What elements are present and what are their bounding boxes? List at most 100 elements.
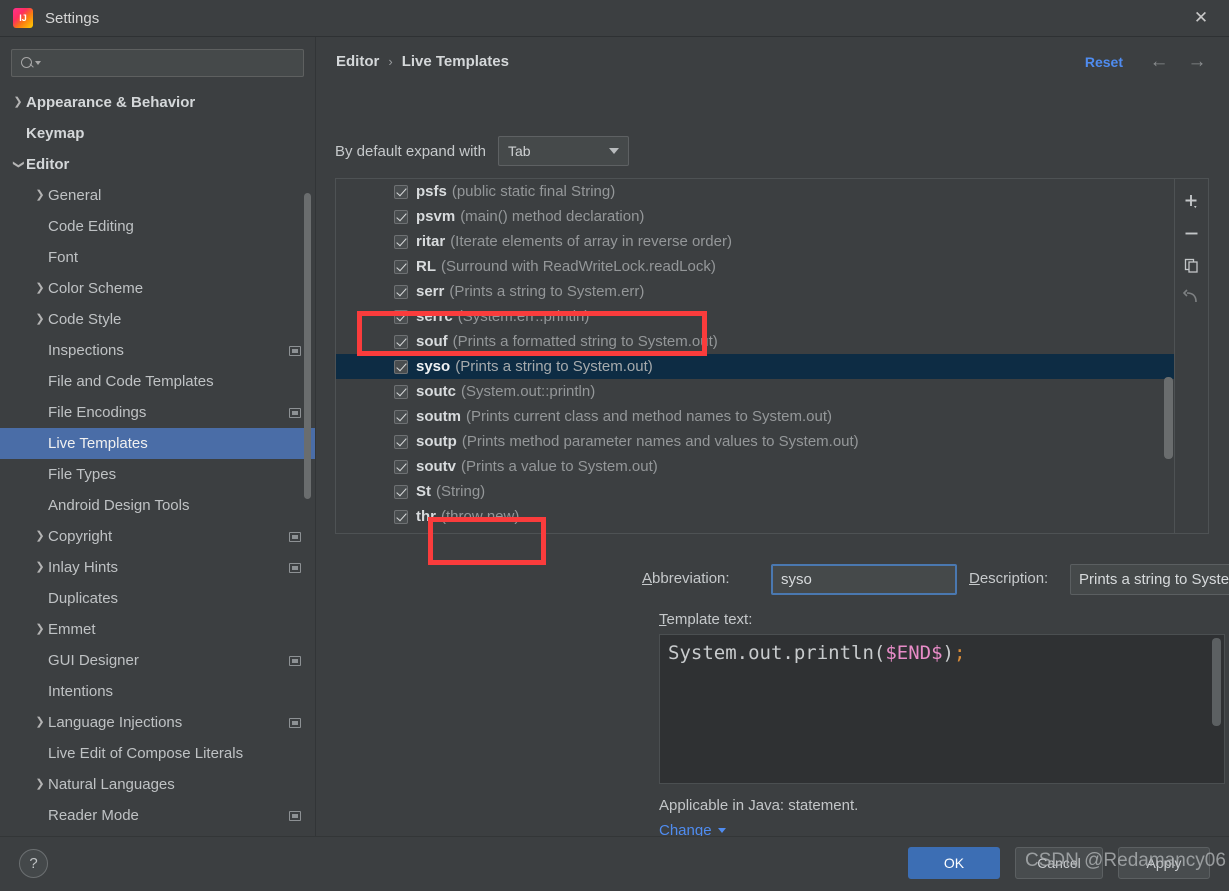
template-row[interactable]: ritar(Iterate elements of array in rever… xyxy=(336,229,1174,254)
abbreviation-input[interactable] xyxy=(771,564,957,595)
template-abbreviation: thr xyxy=(416,508,436,525)
dialog-button-bar: ? OK Cancel Apply xyxy=(0,836,1229,891)
template-row[interactable]: souf(Prints a formatted string to System… xyxy=(336,329,1174,354)
live-templates-list[interactable]: psfs(public static final String)psvm(mai… xyxy=(336,179,1174,533)
sidebar-item-file-and-code-templates[interactable]: File and Code Templates xyxy=(0,366,315,397)
sidebar-scrollbar-track[interactable] xyxy=(306,85,313,836)
sidebar-item-appearance-behavior[interactable]: ❯Appearance & Behavior xyxy=(0,87,315,118)
description-input[interactable] xyxy=(1070,564,1229,595)
sidebar-item-inspections[interactable]: Inspections xyxy=(0,335,315,366)
chevron-right-icon[interactable]: ❯ xyxy=(10,97,26,108)
template-row[interactable]: thr(throw new) xyxy=(336,504,1174,529)
settings-tree: ❯Appearance & Behavior Keymap❯Editor❯Gen… xyxy=(0,85,315,831)
add-template-button[interactable] xyxy=(1177,185,1207,217)
template-enabled-checkbox[interactable] xyxy=(394,510,408,524)
chevron-right-icon[interactable]: ❯ xyxy=(32,283,48,294)
template-abbreviation: serr xyxy=(416,283,444,300)
chevron-right-icon[interactable]: ❯ xyxy=(32,779,48,790)
breadcrumb-separator: › xyxy=(388,54,392,69)
template-enabled-checkbox[interactable] xyxy=(394,335,408,349)
sidebar-item-file-encodings[interactable]: File Encodings xyxy=(0,397,315,428)
sidebar-item-language-injections[interactable]: ❯Language Injections xyxy=(0,707,315,738)
sidebar-item-gui-designer[interactable]: GUI Designer xyxy=(0,645,315,676)
list-scrollbar-thumb[interactable] xyxy=(1164,377,1173,459)
template-enabled-checkbox[interactable] xyxy=(394,285,408,299)
template-enabled-checkbox[interactable] xyxy=(394,385,408,399)
sidebar-item-reader-mode[interactable]: Reader Mode xyxy=(0,800,315,831)
chevron-right-icon[interactable]: ❯ xyxy=(32,314,48,325)
sidebar-item-label: Inlay Hints xyxy=(48,559,118,576)
template-row[interactable]: serr(Prints a string to System.err) xyxy=(336,279,1174,304)
project-scope-icon xyxy=(289,532,301,542)
sidebar-item-keymap[interactable]: Keymap xyxy=(0,118,315,149)
template-row[interactable]: psfs(public static final String) xyxy=(336,179,1174,204)
template-description: (Prints a value to System.out) xyxy=(461,458,658,475)
apply-button[interactable]: Apply xyxy=(1118,847,1210,879)
reset-link[interactable]: Reset xyxy=(1085,54,1123,70)
sidebar-item-emmet[interactable]: ❯Emmet xyxy=(0,614,315,645)
default-expand-select[interactable]: Tab xyxy=(498,136,629,166)
chevron-right-icon[interactable]: ❯ xyxy=(32,190,48,201)
chevron-right-icon[interactable]: ❯ xyxy=(32,624,48,635)
template-enabled-checkbox[interactable] xyxy=(394,435,408,449)
template-row[interactable]: serrc(System.err::println) xyxy=(336,304,1174,329)
editor-scrollbar-thumb[interactable] xyxy=(1212,638,1221,726)
search-box[interactable] xyxy=(11,49,304,77)
template-description: (Prints a formatted string to System.out… xyxy=(453,333,718,350)
arrow-left-icon[interactable]: ← xyxy=(1147,51,1171,73)
sidebar-item-color-scheme[interactable]: ❯Color Scheme xyxy=(0,273,315,304)
template-row[interactable]: soutm(Prints current class and method na… xyxy=(336,404,1174,429)
template-row[interactable]: soutp(Prints method parameter names and … xyxy=(336,429,1174,454)
sidebar-scrollbar-thumb[interactable] xyxy=(304,193,311,499)
help-button[interactable]: ? xyxy=(19,849,48,878)
template-row[interactable]: St(String) xyxy=(336,479,1174,504)
sidebar-item-file-types[interactable]: File Types xyxy=(0,459,315,490)
arrow-right-icon[interactable]: → xyxy=(1185,51,1209,73)
template-enabled-checkbox[interactable] xyxy=(394,460,408,474)
template-enabled-checkbox[interactable] xyxy=(394,360,408,374)
chevron-right-icon[interactable]: ❯ xyxy=(32,531,48,542)
sidebar-item-code-style[interactable]: ❯Code Style xyxy=(0,304,315,335)
template-enabled-checkbox[interactable] xyxy=(394,235,408,249)
chevron-down-icon xyxy=(609,148,619,154)
chevron-right-icon[interactable]: ❯ xyxy=(32,717,48,728)
sidebar-item-duplicates[interactable]: Duplicates xyxy=(0,583,315,614)
sidebar-item-natural-languages[interactable]: ❯Natural Languages xyxy=(0,769,315,800)
cancel-button[interactable]: Cancel xyxy=(1015,847,1103,879)
copy-template-button[interactable] xyxy=(1177,249,1207,281)
template-enabled-checkbox[interactable] xyxy=(394,485,408,499)
close-icon[interactable]: ✕ xyxy=(1173,0,1229,36)
template-enabled-checkbox[interactable] xyxy=(394,260,408,274)
sidebar-item-android-design-tools[interactable]: Android Design Tools xyxy=(0,490,315,521)
chevron-down-icon[interactable]: ❯ xyxy=(13,157,24,173)
sidebar-item-intentions[interactable]: Intentions xyxy=(0,676,315,707)
search-input[interactable] xyxy=(41,56,303,71)
sidebar-item-copyright[interactable]: ❯Copyright xyxy=(0,521,315,552)
template-row[interactable]: RL(Surround with ReadWriteLock.readLock) xyxy=(336,254,1174,279)
sidebar-item-inlay-hints[interactable]: ❯Inlay Hints xyxy=(0,552,315,583)
code-segment-plain: System.out.println( xyxy=(668,642,885,664)
revert-template-button[interactable] xyxy=(1177,281,1207,313)
sidebar-item-editor[interactable]: ❯Editor xyxy=(0,149,315,180)
template-row[interactable]: soutv(Prints a value to System.out) xyxy=(336,454,1174,479)
ok-button[interactable]: OK xyxy=(908,847,1000,879)
template-row[interactable]: syso(Prints a string to System.out) xyxy=(336,354,1174,379)
template-description: (System.out::println) xyxy=(461,383,595,400)
sidebar-item-font[interactable]: Font xyxy=(0,242,315,273)
template-text-editor[interactable]: System.out.println($END$); xyxy=(659,634,1225,784)
template-row[interactable]: psvm(main() method declaration) xyxy=(336,204,1174,229)
template-row[interactable]: soutc(System.out::println) xyxy=(336,379,1174,404)
template-code-line: System.out.println($END$); xyxy=(660,635,1224,673)
sidebar-item-general[interactable]: ❯General xyxy=(0,180,315,211)
breadcrumb-parent[interactable]: Editor xyxy=(336,53,379,70)
sidebar-item-live-edit-of-compose-literals[interactable]: Live Edit of Compose Literals xyxy=(0,738,315,769)
template-enabled-checkbox[interactable] xyxy=(394,185,408,199)
sidebar-item-live-templates[interactable]: Live Templates xyxy=(0,428,315,459)
template-enabled-checkbox[interactable] xyxy=(394,210,408,224)
list-scrollbar-track[interactable] xyxy=(1164,179,1174,533)
remove-template-button[interactable] xyxy=(1177,217,1207,249)
template-enabled-checkbox[interactable] xyxy=(394,410,408,424)
sidebar-item-code-editing[interactable]: Code Editing xyxy=(0,211,315,242)
chevron-right-icon[interactable]: ❯ xyxy=(32,562,48,573)
template-enabled-checkbox[interactable] xyxy=(394,310,408,324)
